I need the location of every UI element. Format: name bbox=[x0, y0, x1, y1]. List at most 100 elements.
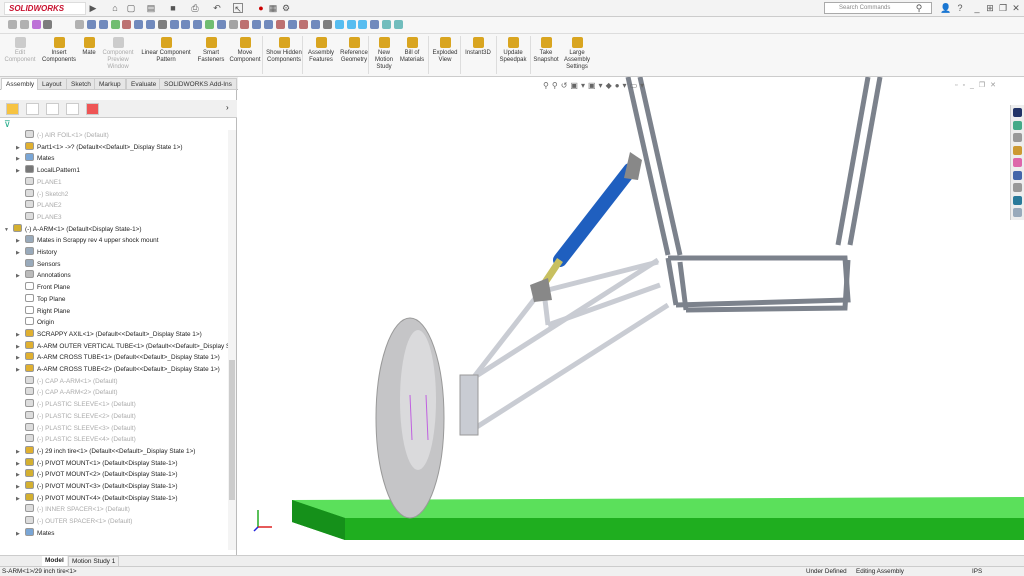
ribbon-insert-components-button[interactable]: Insert Components bbox=[40, 37, 78, 64]
tab-sketch[interactable]: Sketch bbox=[66, 78, 96, 90]
feature-tree-tab-icon[interactable] bbox=[6, 103, 19, 115]
tree-item[interactable]: (-) AIR FOIL<1> (Default) bbox=[16, 130, 109, 141]
tab-model[interactable]: Model bbox=[42, 556, 67, 566]
task-pane-icon[interactable] bbox=[1013, 208, 1022, 217]
tree-item[interactable]: ▶ (-) PIVOT MOUNT<3> (Default<Display Sta… bbox=[16, 481, 178, 492]
toolbar-tool-icon[interactable] bbox=[146, 20, 155, 29]
toolbar-tool-icon[interactable] bbox=[193, 20, 203, 29]
toolbar-tool-icon[interactable] bbox=[299, 20, 309, 29]
graphics-area[interactable] bbox=[238, 76, 1024, 555]
tree-item[interactable]: (-) INNER SPACER<1> (Default) bbox=[16, 504, 130, 515]
status-mode[interactable]: Editing Assembly bbox=[856, 567, 904, 576]
toolbar-tool-icon[interactable] bbox=[382, 20, 391, 29]
property-manager-tab-icon[interactable] bbox=[26, 103, 39, 115]
toolbar-tool-icon[interactable] bbox=[311, 20, 321, 29]
expand-arrow-icon[interactable]: ▶ bbox=[16, 365, 25, 376]
save-icon[interactable]: ■ bbox=[168, 3, 178, 13]
task-pane-icon[interactable] bbox=[1013, 145, 1022, 155]
tree-item[interactable]: Right Plane bbox=[16, 305, 70, 317]
tree-item[interactable]: ▶ SCRAPPY AXIL<1> (Default<<Default>_Disp… bbox=[16, 328, 202, 341]
expand-arrow-icon[interactable]: ▶ bbox=[16, 330, 25, 341]
ribbon-update-speedpak-button[interactable]: Update Speedpak bbox=[498, 37, 528, 64]
ribbon-move-component-button[interactable]: Move Component bbox=[228, 37, 262, 64]
expand-arrow-icon[interactable]: ▶ bbox=[16, 248, 25, 259]
expand-arrow-icon[interactable]: ▶ bbox=[16, 166, 25, 177]
ribbon-component-preview-window-button[interactable]: Component Preview Window bbox=[100, 37, 136, 71]
expand-arrow-icon[interactable]: ▶ bbox=[16, 342, 25, 353]
expand-arrow-icon[interactable]: ▶ bbox=[16, 143, 25, 154]
filter-icon[interactable]: ⊽ bbox=[4, 119, 11, 130]
configuration-tab-icon[interactable] bbox=[46, 103, 59, 115]
expand-arrow-icon[interactable]: ▶ bbox=[16, 353, 25, 364]
expand-panel-icon[interactable]: › bbox=[226, 103, 229, 112]
tree-item[interactable]: ▶ Mates bbox=[16, 153, 54, 164]
tab-layout[interactable]: Layout bbox=[37, 78, 67, 90]
tree-item[interactable]: ▶ (-) 29 inch tire<1> (Default<<Default>_… bbox=[16, 445, 195, 458]
ribbon-assembly-features-button[interactable]: Assembly Features bbox=[306, 37, 336, 64]
tree-item[interactable]: ▶ Part1<1> ->? (Default<<Default>_Display… bbox=[16, 141, 182, 154]
tree-item[interactable]: PLANE3 bbox=[16, 211, 62, 223]
toolbar-tool-icon[interactable] bbox=[216, 20, 226, 29]
toolbar-tool-icon[interactable] bbox=[134, 20, 144, 29]
expand-arrow-icon[interactable]: ▶ bbox=[16, 154, 25, 165]
expand-arrow-icon[interactable]: ▶ bbox=[16, 470, 25, 481]
open-icon[interactable]: ▤ bbox=[146, 3, 156, 13]
expand-arrow-icon[interactable]: ▶ bbox=[16, 271, 25, 282]
tree-item[interactable]: ▶ Mates in Scrappy rev 4 upper shock moun… bbox=[16, 235, 158, 246]
ribbon-edit-component-button[interactable]: Edit Component bbox=[4, 37, 36, 64]
tree-item[interactable]: ▶ (-) PIVOT MOUNT<2> (Default<Display Sta… bbox=[16, 469, 178, 480]
expand-arrow-icon[interactable]: ▶ bbox=[16, 482, 25, 493]
tree-item[interactable]: PLANE1 bbox=[16, 176, 62, 188]
tree-item[interactable]: ▶ LocalLPattern1 bbox=[16, 165, 80, 176]
toolbar-tool-icon[interactable] bbox=[205, 20, 214, 29]
expand-arrow-icon[interactable]: ▶ bbox=[16, 529, 25, 540]
select-icon[interactable]: ↖ bbox=[233, 3, 243, 14]
user-icon[interactable]: 👤 bbox=[940, 3, 951, 13]
toolbar-tool-icon[interactable] bbox=[323, 20, 332, 29]
task-pane-icon[interactable] bbox=[1013, 170, 1022, 180]
ribbon-new-motion-study-button[interactable]: New Motion Study bbox=[372, 37, 396, 71]
new-file-icon[interactable]: ▢ bbox=[126, 3, 136, 13]
ribbon-take-snapshot-button[interactable]: Take Snapshot bbox=[532, 37, 560, 64]
status-units[interactable]: IPS bbox=[972, 567, 982, 576]
task-pane-tabs[interactable] bbox=[1010, 105, 1024, 220]
tree-item[interactable]: (-) PLASTIC SLEEVE<4> (Default) bbox=[16, 434, 136, 445]
toolbar-tool-icon[interactable] bbox=[98, 20, 108, 29]
undo-icon[interactable]: ↶ bbox=[212, 3, 222, 13]
tree-item[interactable]: (-) Sketch2 bbox=[16, 188, 68, 200]
toolbar-tool-icon[interactable] bbox=[87, 20, 96, 29]
tree-scrollbar-thumb[interactable] bbox=[229, 360, 235, 500]
ribbon-bill-of-materials-button[interactable]: Bill of Materials bbox=[398, 37, 426, 64]
tree-item[interactable]: ▼ (-) A-ARM<1> (Default<Display State-1>) bbox=[4, 223, 142, 235]
task-pane-icon[interactable] bbox=[1013, 108, 1022, 117]
display-manager-tab-icon[interactable] bbox=[86, 103, 99, 115]
expand-arrow-icon[interactable]: ▶ bbox=[16, 494, 25, 505]
tab-solidworks-add-ins[interactable]: SOLIDWORKS Add-Ins bbox=[159, 78, 237, 90]
toolbar-tool-icon[interactable] bbox=[334, 20, 344, 29]
toolbar-tool-icon[interactable] bbox=[19, 20, 29, 29]
tree-item[interactable]: ▶ (-) PIVOT MOUNT<4> (Default<Display Sta… bbox=[16, 492, 178, 505]
home-icon[interactable]: ⌂ bbox=[110, 3, 120, 13]
expand-arrow-icon[interactable]: ▶ bbox=[16, 447, 25, 458]
toolbar-tool-icon[interactable] bbox=[8, 20, 17, 29]
search-icon[interactable]: ⚲ bbox=[914, 3, 924, 13]
toolbar-tool-icon[interactable] bbox=[228, 20, 238, 29]
tree-item[interactable]: Front Plane bbox=[16, 282, 70, 293]
ribbon-show-hidden-components-button[interactable]: Show Hidden Components bbox=[264, 37, 304, 64]
tree-item[interactable]: (-) PLASTIC SLEEVE<3> (Default) bbox=[16, 422, 136, 434]
tree-item[interactable]: ▶ (-) PIVOT MOUNT<1> (Default<Display Sta… bbox=[16, 457, 178, 469]
tree-item[interactable]: (-) PLASTIC SLEEVE<2> (Default) bbox=[16, 410, 136, 422]
tree-item[interactable]: Top Plane bbox=[16, 293, 65, 305]
minimize-icon[interactable]: _ bbox=[972, 3, 982, 13]
toolbar-tool-icon[interactable] bbox=[43, 20, 53, 29]
tree-item[interactable]: PLANE2 bbox=[16, 200, 62, 211]
rebuild-icon[interactable]: ● bbox=[256, 3, 266, 13]
close-icon[interactable]: ✕ bbox=[1011, 3, 1021, 13]
expand-arrow-icon[interactable]: ▶ bbox=[16, 236, 25, 247]
tree-item[interactable]: (-) OUTER SPACER<1> (Default) bbox=[16, 516, 132, 527]
print-icon[interactable]: ⎙ bbox=[190, 3, 200, 13]
ribbon-large-assembly-settings-button[interactable]: Large Assembly Settings bbox=[562, 37, 592, 71]
task-pane-icon[interactable] bbox=[1013, 195, 1022, 205]
tree-item[interactable]: ▶ A-ARM CROSS TUBE<2> (Default<<Default>_… bbox=[16, 364, 220, 375]
ribbon-exploded-view-button[interactable]: Exploded View bbox=[430, 37, 460, 64]
